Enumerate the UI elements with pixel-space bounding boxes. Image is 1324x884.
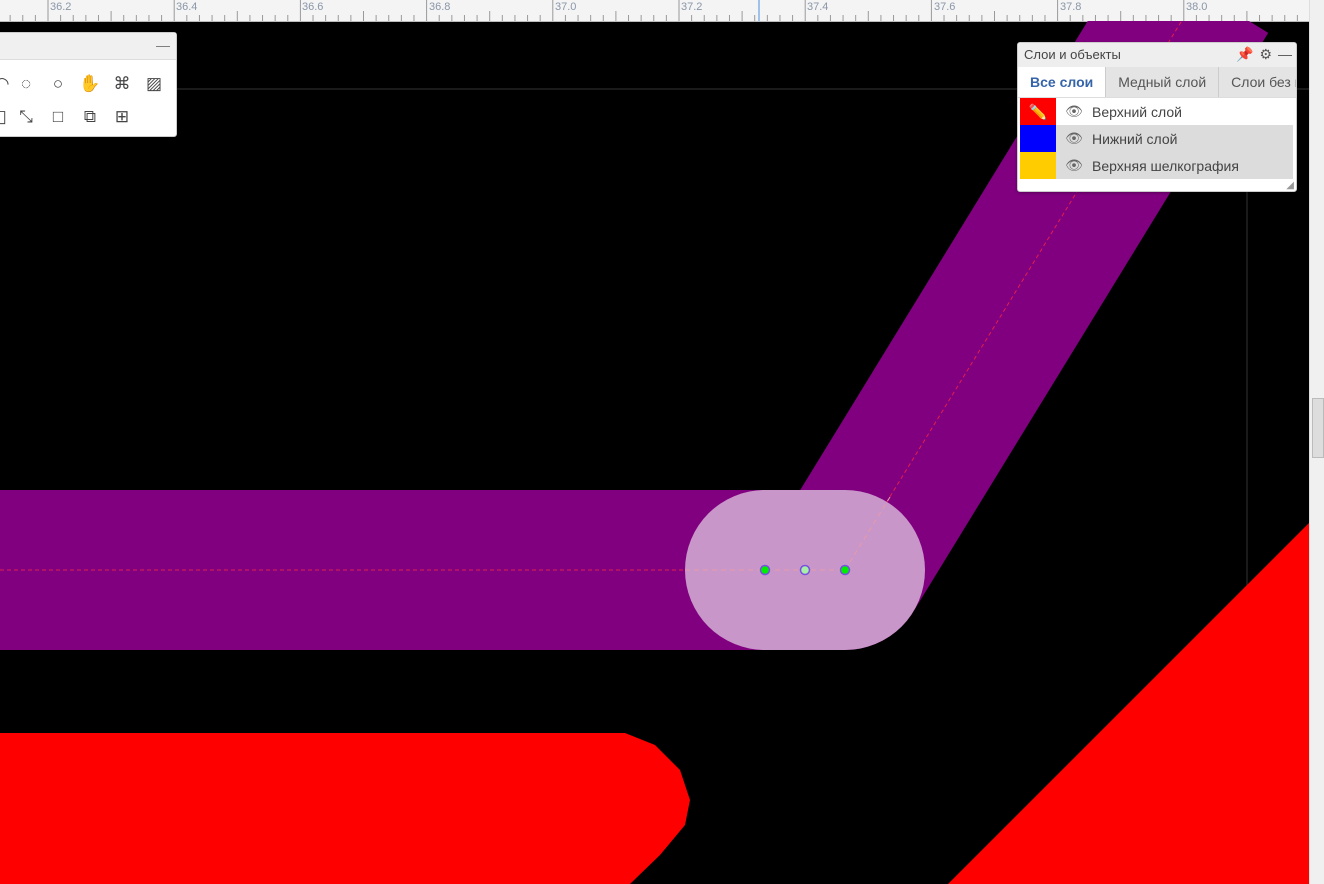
circle-tool-icon[interactable]: ○ (47, 73, 69, 95)
node-handle[interactable] (839, 564, 851, 576)
pan-hand-icon[interactable]: ✋ (79, 73, 101, 95)
ruler-label: 36.4 (176, 1, 198, 13)
square-tool-icon[interactable]: □ (47, 106, 69, 128)
arc-tool-icon[interactable]: ◠ (0, 73, 13, 95)
layer-row-silkscreen[interactable]: 👁 Верхняя шелкография (1018, 152, 1296, 179)
pin-icon[interactable]: 📌 (1236, 46, 1253, 63)
layers-panel-header[interactable]: Слои и объекты 📌 ⚙ — (1018, 43, 1296, 67)
copper-fill[interactable] (0, 733, 690, 884)
rect-tool-icon[interactable]: ▯ (0, 106, 13, 128)
minimize-button[interactable]: — (1278, 46, 1292, 63)
eye-icon[interactable]: 👁 (1056, 157, 1092, 174)
image-tool-icon[interactable]: ▨ (143, 73, 165, 95)
ruler-label: 37.8 (1060, 1, 1082, 13)
layer-name: Верхняя шелкография (1092, 157, 1239, 174)
layers-panel: Слои и объекты 📌 ⚙ — Все слои Медный слой … (1017, 42, 1297, 192)
layer-color-swatch[interactable] (1020, 125, 1056, 152)
tab-copper-layer[interactable]: Медный слой (1106, 67, 1220, 97)
arc-center-tool-icon[interactable]: ◌ (15, 73, 37, 95)
ruler-label: 38.0 (1186, 1, 1208, 13)
ruler-label: 37.2 (681, 1, 703, 13)
eye-icon[interactable]: 👁 (1056, 130, 1092, 147)
gear-icon[interactable]: ⚙ (1259, 46, 1272, 63)
copper-fill[interactable] (948, 522, 1310, 884)
tools-panel-header[interactable]: — (0, 33, 176, 60)
group-tool-icon[interactable]: ⧉ (79, 106, 101, 128)
tab-non-copper-layers[interactable]: Слои без м (1219, 67, 1296, 97)
ruler-label: 36.6 (302, 1, 324, 13)
pencil-icon: ✏️ (1028, 103, 1048, 121)
ruler-label: 37.4 (807, 1, 829, 13)
ruler-label: 36.8 (429, 1, 451, 13)
minimize-button[interactable]: — (156, 37, 170, 53)
ruler-label: 36.2 (50, 1, 72, 13)
ruler-label: 37.6 (934, 1, 956, 13)
vertical-scrollbar[interactable] (1309, 0, 1324, 884)
eye-icon[interactable]: 👁 (1056, 103, 1092, 120)
scrollbar-handle[interactable] (1312, 398, 1324, 458)
ruler-label: 37.0 (555, 1, 577, 13)
layer-row-bottom[interactable]: 👁 Нижний слой (1018, 125, 1296, 152)
tab-all-layers[interactable]: Все слои (1018, 67, 1107, 97)
panel-title: Слои и объекты (1024, 47, 1121, 62)
table-tool-icon[interactable]: ⊞ (111, 106, 133, 128)
node-handle[interactable] (759, 564, 771, 576)
midpoint-handle[interactable] (799, 564, 811, 576)
layer-color-swatch[interactable] (1020, 152, 1056, 179)
layer-color-swatch[interactable]: ✏️ (1020, 98, 1056, 125)
tools-panel: — ◠ ◌ ○ ✋ ⌘ ▨ ▯ ⤡ □ ⧉ ⊞ (0, 32, 177, 137)
layer-name: Нижний слой (1092, 130, 1178, 147)
horizontal-ruler[interactable]: 36.2 36.4 36.6 36.8 37.0 37.2 37.4 37.6 … (0, 0, 1310, 22)
fit-tool-icon[interactable]: ⌘ (111, 73, 133, 95)
layer-row-top[interactable]: ✏️ 👁 Верхний слой (1018, 98, 1296, 125)
layer-name: Верхний слой (1092, 103, 1182, 120)
layer-tabs: Все слои Медный слой Слои без м (1018, 67, 1296, 98)
measure-tool-icon[interactable]: ⤡ (15, 106, 37, 128)
resize-grip-icon[interactable]: ◢ (1286, 180, 1294, 191)
